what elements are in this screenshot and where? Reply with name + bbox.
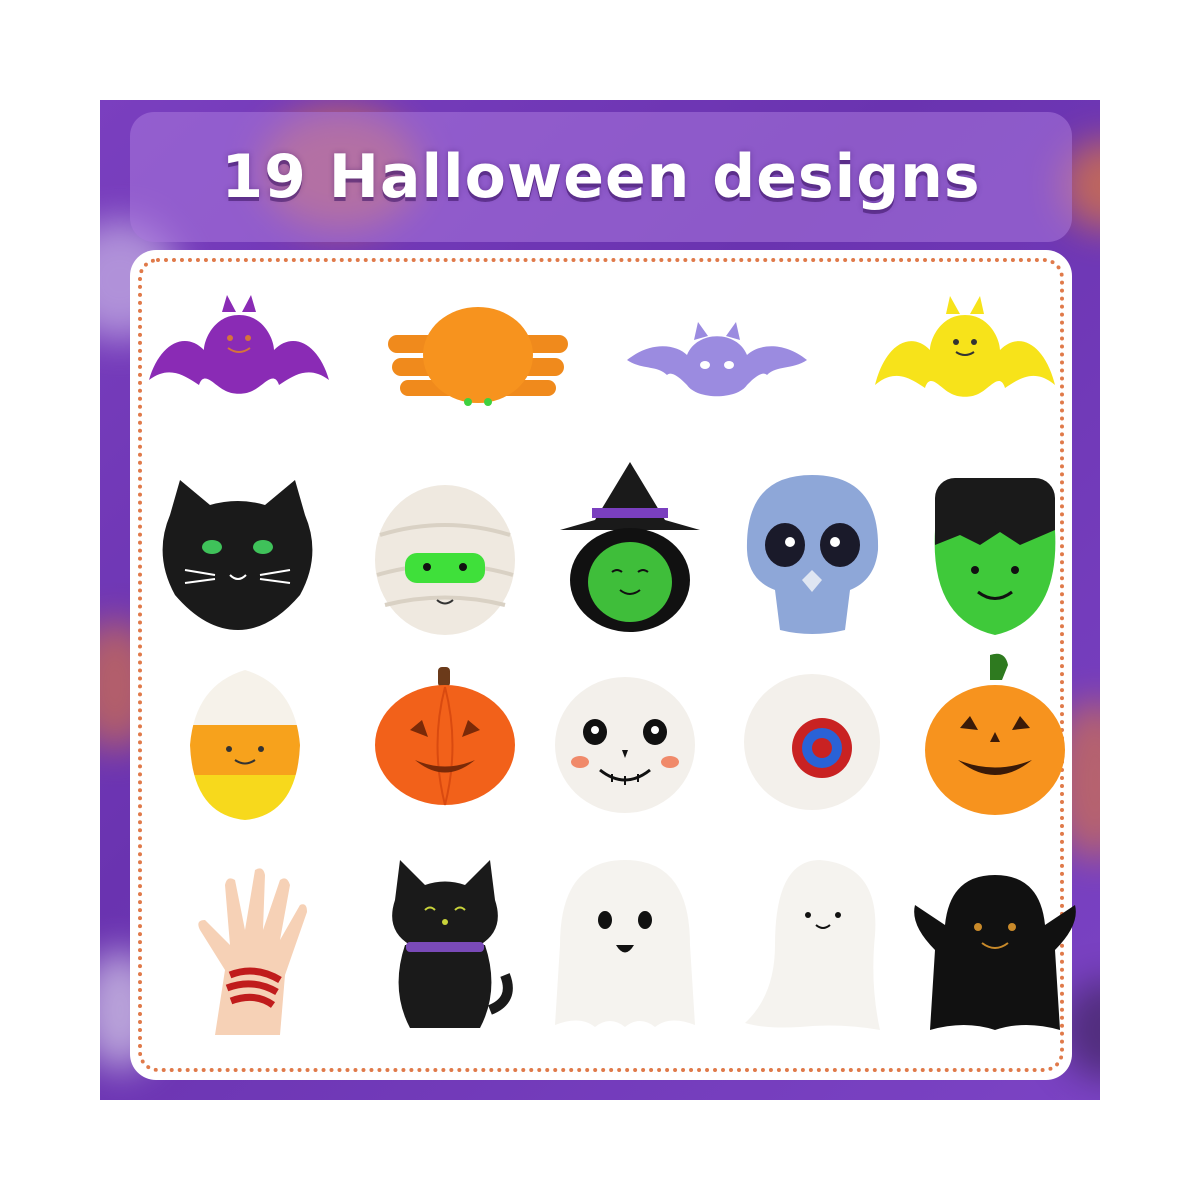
white-ghost-slim-toy: [745, 860, 880, 1030]
black-cat-face-toy: [162, 480, 313, 630]
white-skull-toy: [555, 677, 695, 813]
mummy-toy: [375, 485, 515, 635]
zombie-hand-toy: [198, 868, 307, 1035]
orange-pumpkin-toy: [375, 667, 515, 806]
black-ghost-toy: [914, 875, 1076, 1030]
product-poster: 19 Halloween designs: [100, 100, 1100, 1100]
eyeball-toy: [744, 674, 880, 810]
title-banner: 19 Halloween designs: [130, 112, 1072, 242]
frankenstein-toy: [934, 478, 1056, 635]
banner-title: 19 Halloween designs: [221, 142, 981, 212]
jack-o-lantern-toy: [925, 653, 1065, 815]
white-ghost-toy: [555, 860, 695, 1027]
orange-spider-toy: [388, 307, 568, 406]
yellow-bat-toy: [875, 296, 1055, 397]
black-cat-sitting-toy: [392, 860, 513, 1028]
blue-skull-toy: [746, 475, 879, 634]
witch-toy: [560, 462, 700, 632]
toy-card: [130, 250, 1076, 1080]
lavender-bat-toy: [627, 322, 807, 397]
purple-bat-toy: [149, 295, 329, 394]
candy-corn-toy: [190, 670, 300, 820]
